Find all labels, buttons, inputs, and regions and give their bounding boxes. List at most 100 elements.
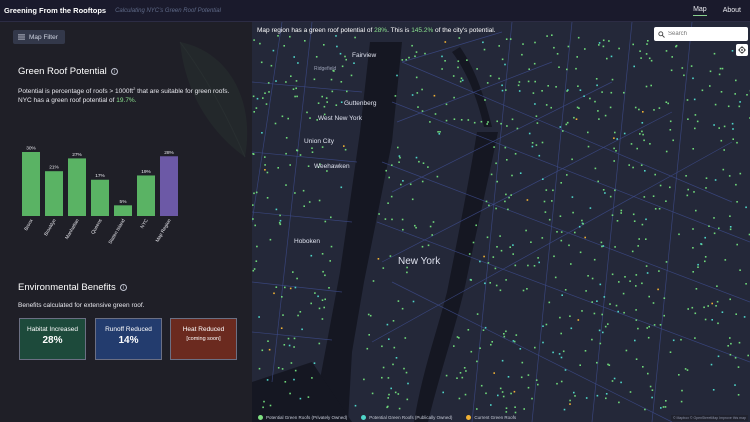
roof-dot [441, 55, 443, 58]
search-box[interactable] [654, 27, 748, 41]
info-icon[interactable]: i [119, 284, 127, 291]
roof-dot [533, 62, 536, 65]
nav-link-about[interactable]: About [723, 7, 741, 16]
roof-dot [287, 117, 289, 120]
roof-dot [310, 302, 312, 305]
roof-dot [256, 245, 258, 248]
roof-dot [384, 218, 387, 220]
roof-dot [398, 407, 401, 410]
roof-dot [372, 280, 375, 282]
roof-dot [341, 65, 344, 68]
roof-dot [667, 102, 669, 105]
roof-dot [729, 228, 732, 231]
roof-dot [505, 89, 507, 91]
roof-dot [290, 75, 292, 77]
roof-dot [284, 286, 286, 289]
bar-value-label: 28% [164, 150, 174, 156]
roof-dot [289, 287, 292, 290]
roof-dot [560, 332, 562, 335]
roof-dot [252, 218, 254, 220]
roof-dot [412, 300, 415, 303]
roof-dot [577, 319, 580, 321]
roof-dot [538, 154, 541, 157]
roof-dot [289, 35, 291, 38]
roof-dot [583, 95, 585, 97]
roof-dot [456, 377, 458, 379]
roof-dot [518, 81, 521, 83]
nav-link-map[interactable]: Map [693, 6, 707, 16]
roof-dot [416, 92, 419, 94]
roof-dot [340, 186, 343, 189]
map-view[interactable]: Map region has a green roof potential of… [252, 22, 750, 422]
roof-dot [598, 44, 600, 46]
roof-dot [636, 147, 638, 150]
roof-dot [506, 159, 508, 161]
roof-dot [521, 53, 523, 56]
roof-dot [720, 91, 723, 93]
roof-dot [479, 347, 481, 349]
roof-dot [279, 214, 281, 217]
geolocate-button[interactable] [736, 44, 748, 56]
roof-dot [646, 272, 649, 274]
map-canvas[interactable] [252, 22, 750, 422]
roof-dot [388, 338, 390, 340]
legend-item-current: Current Green Roofs [466, 414, 516, 420]
roof-dot [401, 218, 404, 221]
roof-dot [680, 400, 683, 403]
roof-dot [277, 367, 280, 369]
roof-dot [509, 246, 511, 248]
roof-dot [743, 316, 746, 318]
roof-dot [701, 89, 704, 92]
roof-dot [669, 129, 672, 131]
roof-dot [285, 184, 287, 186]
green-roof-chart: 30% Bronx 21% Brooklyn 27% Manhattan 17% Queens… [22, 146, 178, 245]
search-input[interactable] [668, 31, 744, 37]
roof-dot [281, 296, 283, 298]
roof-dot [432, 221, 435, 223]
roof-dot [258, 316, 260, 318]
roof-dot [504, 63, 506, 66]
bar-value-label: 21% [49, 165, 59, 171]
roof-dot [486, 123, 488, 125]
roof-dot [550, 106, 552, 109]
roof-dot [400, 183, 402, 186]
env-benefits-title-text: Environmental Benefits [18, 282, 116, 293]
roof-dot [350, 74, 353, 77]
roof-dot [453, 118, 456, 120]
roof-dot [745, 283, 747, 285]
roof-dot [639, 133, 641, 135]
roof-dot [585, 397, 588, 399]
map-attribution[interactable]: © Mapbox © OpenStreetMap Improve this ma… [670, 415, 748, 421]
map-filter-button[interactable]: Map Filter [13, 30, 65, 44]
roof-dot [587, 131, 589, 134]
roof-dot [607, 323, 609, 325]
roof-dot [614, 189, 616, 192]
roof-dot [660, 407, 662, 409]
roof-dot [665, 400, 667, 402]
roof-dot [294, 369, 297, 372]
info-icon[interactable]: i [110, 68, 118, 75]
roof-dot [294, 286, 297, 289]
roof-dot [693, 98, 696, 101]
roof-dot [296, 149, 299, 152]
roof-dot [534, 103, 536, 105]
roof-dot [503, 333, 505, 335]
roof-dot [572, 211, 574, 214]
filter-icon [18, 34, 25, 40]
roof-dot [259, 42, 261, 45]
roof-dot [411, 198, 414, 201]
roof-dot [594, 100, 596, 103]
roof-dot [422, 162, 425, 164]
roof-dot [512, 244, 514, 246]
map-message-text: . This is [387, 27, 412, 34]
roof-dot [596, 84, 598, 87]
app-title[interactable]: Greening From the Rooftops [4, 6, 106, 15]
roof-dot [563, 408, 566, 411]
roof-dot [642, 111, 644, 113]
roof-dot [314, 292, 316, 294]
roof-dot [605, 393, 608, 395]
roof-dot [747, 354, 749, 357]
roof-dot [573, 391, 575, 394]
roof-dot [672, 339, 675, 342]
roof-dot [497, 394, 499, 397]
